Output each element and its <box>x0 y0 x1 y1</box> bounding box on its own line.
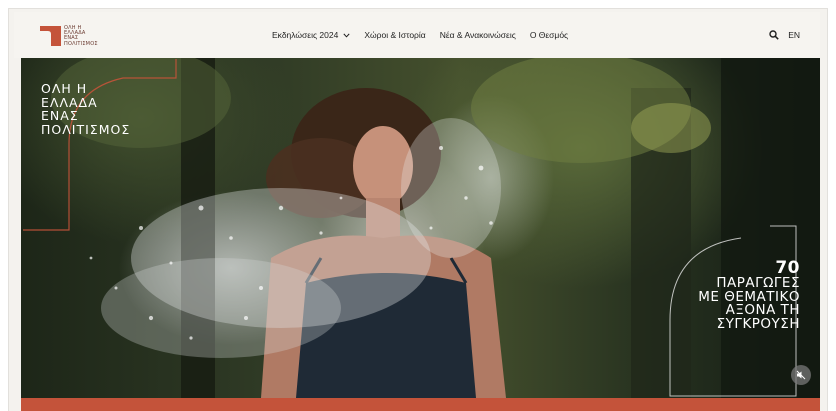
header-tools: EN <box>769 12 800 58</box>
nav-item-institution[interactable]: Ο Θεσμός <box>530 30 568 40</box>
hero-artwork <box>23 58 820 398</box>
logo-text: ΟΛΗ Η ΕΛΛΑΔΑ ΕΝΑΣ ΠΟΛΙΤΙΣΜΟΣ <box>64 25 98 47</box>
muted-speaker-icon <box>796 370 806 380</box>
nav-item-places-history[interactable]: Χώροι & Ιστορία <box>364 30 425 40</box>
hero-title: ΟΛΗ Η ΕΛΛΑΔΑ ΕΝΑΣ ΠΟΛΙΤΙΣΜΟΣ <box>41 82 130 136</box>
chevron-down-icon <box>343 33 350 38</box>
logo-mark-icon <box>40 26 61 46</box>
stat-line: ΣΥΓΚΡΟΥΣΗ <box>716 315 800 332</box>
nav-item-label: Εκδηλώσεις 2024 <box>272 30 339 40</box>
nav-item-label: Ο Θεσμός <box>529 30 569 40</box>
site-logo[interactable]: ΟΛΗ Η ΕΛΛΑΔΑ ΕΝΑΣ ΠΟΛΙΤΙΣΜΟΣ <box>40 25 98 47</box>
nav-item-label: Χώροι & Ιστορία <box>364 30 426 40</box>
hero-stat: 70 ΠΑΡΑΓΩΓΕΣ ΜΕ ΘΕΜΑΤΙΚΟ ΑΞΟΝΑ ΤΗ ΣΥΓΚΡΟ… <box>698 260 800 331</box>
hero-title-line: ΠΟΛΙΤΙΣΜΟΣ <box>41 121 131 137</box>
nav-item-label: Νέα & Ανακοινώσεις <box>439 30 516 40</box>
search-icon[interactable] <box>769 30 779 40</box>
hero-title-line: ΟΛΗ Η <box>41 81 88 96</box>
hero-title-line: ΕΛΛΑΔΑ <box>41 94 98 110</box>
main-nav: Εκδηλώσεις 2024 Χώροι & Ιστορία Νέα & Αν… <box>272 12 582 58</box>
nav-item-news[interactable]: Νέα & Ανακοινώσεις <box>440 30 516 40</box>
logo-line: ΠΟΛΙΤΙΣΜΟΣ <box>64 40 98 47</box>
language-switch[interactable]: EN <box>788 30 800 40</box>
nav-item-events-2024[interactable]: Εκδηλώσεις 2024 <box>272 30 350 40</box>
hero-title-line: ΕΝΑΣ <box>41 108 79 123</box>
site-header: ΟΛΗ Η ΕΛΛΑΔΑ ΕΝΑΣ ΠΟΛΙΤΙΣΜΟΣ Εκδηλώσεις … <box>14 12 820 58</box>
hero-video: ΟΛΗ Η ΕΛΛΑΔΑ ΕΝΑΣ ΠΟΛΙΤΙΣΜΟΣ 70 ΠΑΡΑΓΩΓΕ… <box>21 58 820 398</box>
section-bar <box>21 398 820 411</box>
